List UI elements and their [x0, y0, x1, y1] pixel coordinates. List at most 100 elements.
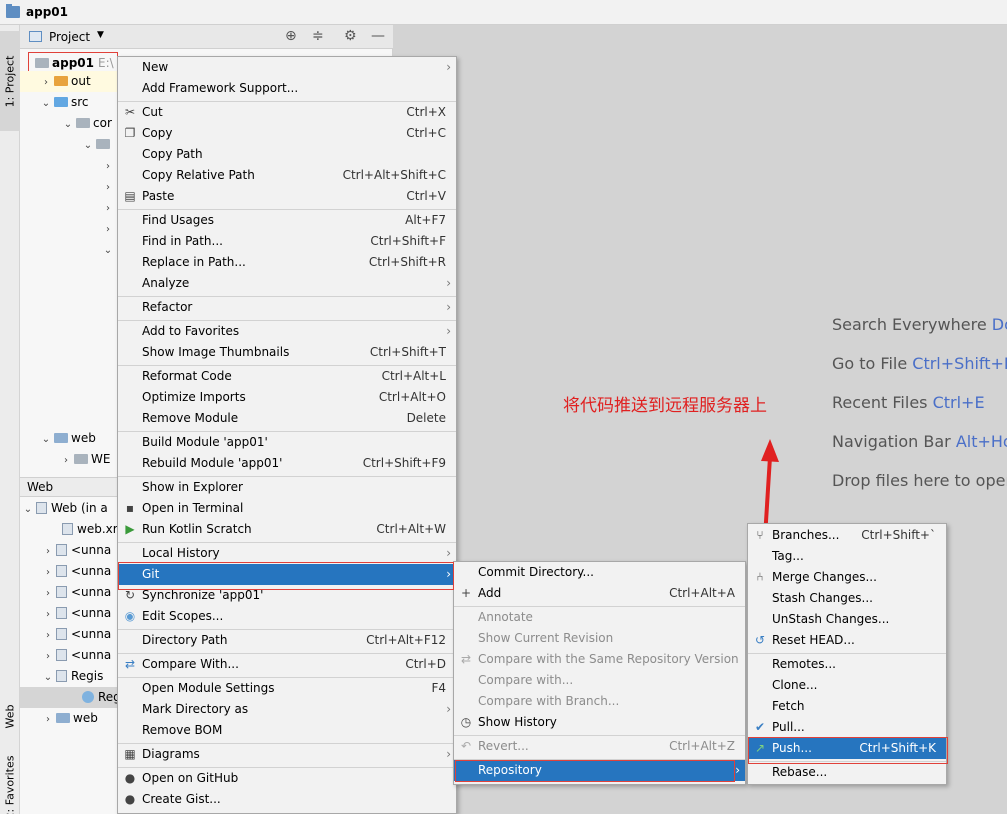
chevron-down-icon[interactable]: ⌄: [42, 667, 54, 688]
menu-item-open-in-terminal[interactable]: ▪ Open in Terminal: [118, 498, 456, 519]
project-tool-tab[interactable]: 1: Project: [0, 31, 20, 131]
menu-item-cut[interactable]: ✂ Cut Ctrl+X: [118, 102, 456, 123]
tree-node-collapsed[interactable]: ›: [102, 197, 114, 218]
menu-item-mark-directory-as[interactable]: Mark Directory as ›: [118, 699, 456, 720]
menu-item-diagrams[interactable]: ▦ Diagrams ›: [118, 744, 456, 765]
web-tool-tab[interactable]: Web: [0, 687, 20, 745]
menu-item-remove-module[interactable]: Remove Module Delete: [118, 408, 456, 429]
tree-node-collapsed[interactable]: ›: [102, 218, 114, 239]
menu-item-compare-with-branch[interactable]: Compare with Branch...: [454, 691, 745, 712]
menu-item-clone[interactable]: Clone...: [748, 675, 946, 696]
chevron-right-icon[interactable]: ›: [42, 562, 54, 583]
tree-node-subpackage[interactable]: ⌄: [82, 134, 113, 155]
menu-item-add-framework[interactable]: Add Framework Support...: [118, 78, 456, 99]
tree-node-collapsed[interactable]: ›: [102, 176, 114, 197]
web-tree-item[interactable]: › <unna: [42, 603, 111, 624]
menu-item-stash-changes[interactable]: Stash Changes...: [748, 588, 946, 609]
menu-item-show-image-thumbnails[interactable]: Show Image Thumbnails Ctrl+Shift+T: [118, 342, 456, 363]
chevron-right-icon[interactable]: ›: [102, 177, 114, 198]
menu-item-find-in-path[interactable]: Find in Path... Ctrl+Shift+F: [118, 231, 456, 252]
menu-item-edit-scopes[interactable]: ◉ Edit Scopes...: [118, 606, 456, 627]
tree-node-web-inf[interactable]: › WE: [60, 449, 110, 470]
menu-item-pull[interactable]: ✔ Pull...: [748, 717, 946, 738]
menu-item-add-to-favorites[interactable]: Add to Favorites ›: [118, 321, 456, 342]
tree-node-src[interactable]: ⌄ src: [40, 92, 89, 113]
menu-item-create-gist[interactable]: ● Create Gist...: [118, 789, 456, 810]
web-tree-item[interactable]: › <unna: [42, 624, 111, 645]
menu-item-refactor[interactable]: Refactor ›: [118, 297, 456, 318]
tree-node-collapsed[interactable]: ›: [102, 155, 114, 176]
menu-item-analyze[interactable]: Analyze ›: [118, 273, 456, 294]
chevron-right-icon[interactable]: ›: [60, 450, 72, 471]
menu-item-new[interactable]: New ›: [118, 57, 456, 78]
chevron-right-icon[interactable]: ›: [42, 583, 54, 604]
menu-item-directory-path[interactable]: Directory Path Ctrl+Alt+F12: [118, 630, 456, 651]
menu-item-rebuild-module[interactable]: Rebuild Module 'app01' Ctrl+Shift+F9: [118, 453, 456, 474]
menu-item-revert[interactable]: ↶ Revert... Ctrl+Alt+Z: [454, 736, 745, 757]
menu-item-replace-in-path[interactable]: Replace in Path... Ctrl+Shift+R: [118, 252, 456, 273]
menu-item-find-usages[interactable]: Find Usages Alt+F7: [118, 210, 456, 231]
menu-item-build-module[interactable]: Build Module 'app01': [118, 432, 456, 453]
menu-item-copy[interactable]: ❐ Copy Ctrl+C: [118, 123, 456, 144]
hide-icon[interactable]: —: [371, 28, 385, 44]
chevron-down-icon[interactable]: ⌄: [40, 93, 52, 114]
menu-item-reformat-code[interactable]: Reformat Code Ctrl+Alt+L: [118, 366, 456, 387]
chevron-right-icon[interactable]: ›: [102, 219, 114, 240]
chevron-right-icon[interactable]: ›: [42, 709, 54, 730]
chevron-down-icon[interactable]: ⌄: [62, 114, 74, 135]
menu-item-show-current-revision[interactable]: Show Current Revision: [454, 628, 745, 649]
gear-icon[interactable]: ⚙: [344, 28, 357, 44]
chevron-down-icon[interactable]: ⌄: [22, 499, 34, 520]
tree-node-app01[interactable]: app01 E:\: [28, 52, 118, 73]
chevron-down-icon[interactable]: ⌄: [82, 135, 94, 156]
locate-icon[interactable]: ⊕: [285, 28, 297, 44]
tree-node-web[interactable]: ⌄ web: [40, 428, 96, 449]
chevron-right-icon[interactable]: ›: [102, 156, 114, 177]
web-tree-web[interactable]: › web: [42, 708, 98, 729]
chevron-down-icon[interactable]: ⌄: [102, 240, 114, 261]
menu-item-local-history[interactable]: Local History ›: [118, 543, 456, 564]
menu-item-fetch[interactable]: Fetch: [748, 696, 946, 717]
menu-item-show-history[interactable]: ◷ Show History: [454, 712, 745, 733]
web-tree-item[interactable]: › <unna: [42, 582, 111, 603]
menu-item-branches[interactable]: ⑂ Branches... Ctrl+Shift+`: [748, 525, 946, 546]
chevron-right-icon[interactable]: ›: [42, 625, 54, 646]
chevron-right-icon[interactable]: ›: [102, 198, 114, 219]
collapse-all-icon[interactable]: ≑: [312, 28, 324, 44]
menu-item-tag[interactable]: Tag...: [748, 546, 946, 567]
tree-node-expanded[interactable]: ⌄: [102, 239, 114, 260]
menu-item-paste[interactable]: ▤ Paste Ctrl+V: [118, 186, 456, 207]
menu-item-unstash-changes[interactable]: UnStash Changes...: [748, 609, 946, 630]
favorites-tool-tab[interactable]: 2: Favorites: [0, 750, 20, 814]
menu-item-reset-head[interactable]: ↺ Reset HEAD...: [748, 630, 946, 651]
chevron-down-icon[interactable]: ⌄: [40, 429, 52, 450]
web-tree-item[interactable]: › <unna: [42, 645, 111, 666]
chevron-right-icon[interactable]: ›: [42, 541, 54, 562]
project-view-selector[interactable]: Project: [49, 30, 90, 44]
web-tree-registry[interactable]: ⌄ Regis: [42, 666, 104, 688]
menu-item-compare-with[interactable]: Compare with...: [454, 670, 745, 691]
menu-item-open-module-settings[interactable]: Open Module Settings F4: [118, 678, 456, 699]
menu-item-show-in-explorer[interactable]: Show in Explorer: [118, 477, 456, 498]
web-tree-webxml[interactable]: web.xr: [60, 519, 118, 540]
menu-item-remove-bom[interactable]: Remove BOM: [118, 720, 456, 741]
chevron-right-icon[interactable]: ›: [42, 604, 54, 625]
web-tree-item[interactable]: › <unna: [42, 561, 111, 582]
web-tree-root[interactable]: ⌄ Web (in a: [22, 498, 108, 519]
tree-node-package[interactable]: ⌄ cor: [62, 113, 112, 134]
menu-item-copy-path[interactable]: Copy Path: [118, 144, 456, 165]
menu-item-merge-changes[interactable]: ⑃ Merge Changes...: [748, 567, 946, 588]
chevron-right-icon[interactable]: ›: [40, 72, 52, 93]
menu-item-add[interactable]: + Add Ctrl+Alt+A: [454, 583, 745, 604]
chevron-down-icon[interactable]: ▼: [97, 30, 104, 40]
menu-item-remotes[interactable]: Remotes...: [748, 654, 946, 675]
menu-item-compare-same-repo-version[interactable]: ⇄ Compare with the Same Repository Versio…: [454, 649, 745, 670]
menu-item-open-on-github[interactable]: ● Open on GitHub: [118, 768, 456, 789]
menu-item-copy-relative-path[interactable]: Copy Relative Path Ctrl+Alt+Shift+C: [118, 165, 456, 186]
menu-item-rebase[interactable]: Rebase...: [748, 762, 946, 783]
menu-item-compare-with[interactable]: ⇄ Compare With... Ctrl+D: [118, 654, 456, 675]
web-tree-item[interactable]: › <unna: [42, 540, 111, 561]
menu-item-commit-directory[interactable]: Commit Directory...: [454, 562, 745, 583]
menu-item-run-kotlin-scratch[interactable]: ▶ Run Kotlin Scratch Ctrl+Alt+W: [118, 519, 456, 540]
menu-item-optimize-imports[interactable]: Optimize Imports Ctrl+Alt+O: [118, 387, 456, 408]
